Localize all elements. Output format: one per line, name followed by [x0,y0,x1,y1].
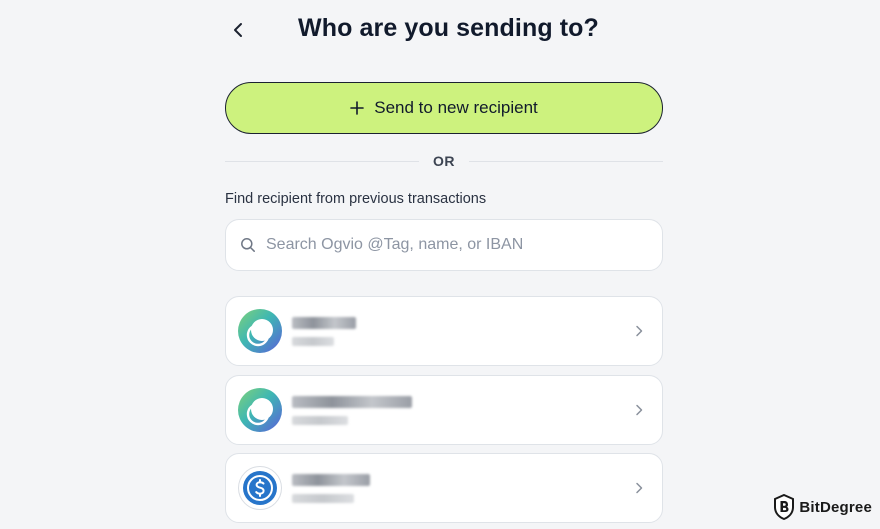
recipient-subtext-redacted [292,336,334,346]
back-button[interactable] [226,18,250,42]
recipient-item[interactable] [225,296,663,366]
divider-label: OR [433,153,455,169]
recipient-details [292,316,356,346]
chevron-right-icon [636,404,643,416]
divider-line-right [469,160,663,162]
usdc-icon [238,466,282,510]
search-icon [241,238,255,252]
recipient-search-box[interactable] [225,219,663,271]
send-to-new-recipient-button[interactable]: Send to new recipient [225,82,663,134]
recipient-item[interactable] [225,375,663,445]
chevron-left-icon [234,23,242,37]
bitdegree-watermark: BitDegree [773,493,872,521]
send-recipient-page: Who are you sending to? Send to new reci… [0,0,880,529]
or-divider: OR [225,150,663,172]
divider-line-left [225,160,419,162]
ogvio-logo-icon [238,388,282,432]
recipient-subtext-redacted [292,493,354,503]
page-title: Who are you sending to? [298,14,599,42]
find-recipient-label: Find recipient from previous transaction… [225,191,487,207]
recipient-name-redacted [292,473,370,486]
recipient-item[interactable] [225,453,663,523]
send-to-new-recipient-label: Send to new recipient [374,98,538,117]
recipient-details [292,473,370,503]
ogvio-logo-icon [238,309,282,353]
plus-icon [350,101,365,115]
bitdegree-shield-icon [774,494,795,520]
watermark-brand: BitDegree [799,498,872,516]
recipient-details [292,395,412,425]
chevron-right-icon [636,325,643,337]
recipient-search-input[interactable] [266,236,646,254]
recipient-name-redacted [292,395,412,408]
recipient-subtext-redacted [292,415,348,425]
recipient-name-redacted [292,316,356,329]
chevron-right-icon [636,482,643,494]
